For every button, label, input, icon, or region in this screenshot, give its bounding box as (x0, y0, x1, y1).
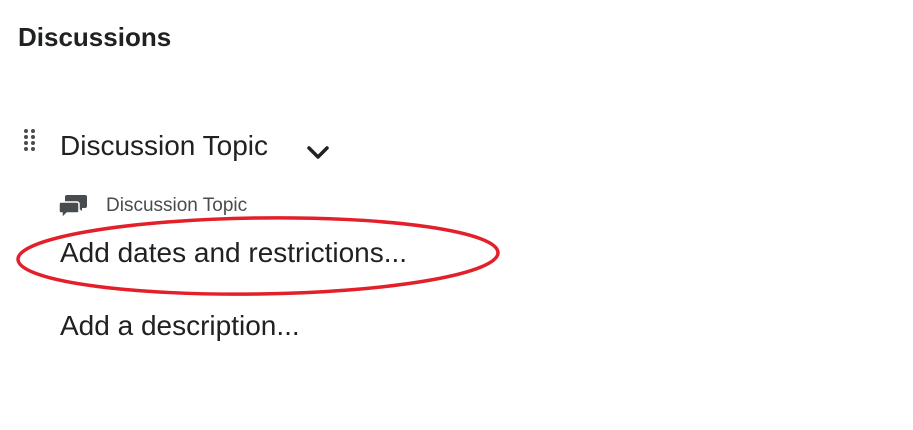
discussion-bubbles-icon (58, 194, 88, 220)
item-title[interactable]: Discussion Topic (60, 130, 268, 162)
drag-handle-icon[interactable] (22, 128, 38, 154)
add-dates-restrictions-link[interactable]: Add dates and restrictions... (60, 237, 407, 269)
section-title: Discussions (18, 22, 172, 52)
chevron-down-icon[interactable] (305, 142, 331, 162)
add-description-link[interactable]: Add a description... (60, 310, 300, 342)
item-type-label: Discussion Topic (106, 195, 248, 216)
